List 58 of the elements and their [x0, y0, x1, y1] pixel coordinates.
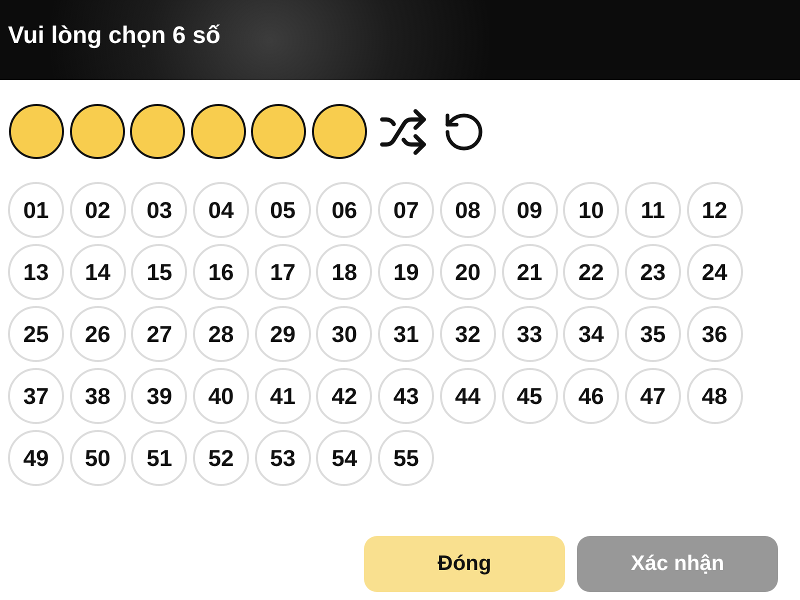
number-ball[interactable]: 09 — [502, 182, 558, 238]
number-ball[interactable]: 55 — [378, 430, 434, 486]
number-ball[interactable]: 23 — [624, 244, 681, 300]
number-ball[interactable]: 34 — [563, 306, 620, 362]
number-ball[interactable]: 42 — [316, 368, 372, 424]
number-ball[interactable]: 03 — [131, 182, 188, 238]
number-ball[interactable]: 05 — [254, 182, 311, 238]
number-ball[interactable]: 46 — [563, 368, 620, 424]
number-ball[interactable]: 35 — [624, 306, 681, 362]
number-ball[interactable]: 47 — [624, 368, 681, 424]
number-ball[interactable]: 54 — [316, 430, 372, 486]
number-ball[interactable]: 44 — [440, 368, 496, 424]
number-ball[interactable]: 24 — [686, 244, 743, 300]
number-ball[interactable]: 38 — [70, 368, 126, 424]
number-ball[interactable]: 25 — [8, 306, 64, 362]
number-ball[interactable]: 36 — [686, 306, 743, 362]
number-ball[interactable]: 22 — [563, 244, 620, 300]
shuffle-icon[interactable] — [378, 106, 428, 156]
number-ball[interactable]: 26 — [70, 306, 126, 362]
number-ball[interactable]: 06 — [316, 182, 372, 238]
number-ball[interactable]: 39 — [131, 368, 188, 424]
number-ball[interactable]: 40 — [193, 368, 250, 424]
number-ball[interactable]: 53 — [254, 430, 311, 486]
header-title: Vui lòng chọn 6 số — [8, 22, 220, 50]
number-ball[interactable]: 20 — [440, 244, 496, 300]
number-ball[interactable]: 08 — [440, 182, 496, 238]
number-ball[interactable]: 07 — [378, 182, 434, 238]
number-ball[interactable]: 21 — [502, 244, 558, 300]
number-ball[interactable]: 48 — [686, 368, 743, 424]
number-ball[interactable]: 15 — [131, 244, 188, 300]
number-ball[interactable]: 01 — [8, 182, 64, 238]
number-ball[interactable]: 28 — [193, 306, 250, 362]
number-ball[interactable]: 11 — [624, 182, 681, 238]
number-ball[interactable]: 51 — [131, 430, 188, 486]
number-ball[interactable]: 13 — [8, 244, 64, 300]
number-ball[interactable]: 17 — [254, 244, 311, 300]
number-ball[interactable]: 10 — [563, 182, 620, 238]
number-ball[interactable]: 31 — [378, 306, 434, 362]
number-ball[interactable]: 04 — [193, 182, 250, 238]
number-ball[interactable]: 43 — [378, 368, 434, 424]
number-ball[interactable]: 37 — [8, 368, 64, 424]
number-ball[interactable]: 14 — [70, 244, 126, 300]
number-ball[interactable]: 41 — [254, 368, 311, 424]
number-ball[interactable]: 30 — [316, 306, 372, 362]
number-ball[interactable]: 12 — [686, 182, 743, 238]
number-ball[interactable]: 45 — [502, 368, 558, 424]
number-ball[interactable]: 50 — [70, 430, 126, 486]
number-ball[interactable]: 32 — [440, 306, 496, 362]
number-ball[interactable]: 02 — [70, 182, 126, 238]
number-ball[interactable]: 16 — [193, 244, 250, 300]
number-ball[interactable]: 27 — [131, 306, 188, 362]
number-ball[interactable]: 33 — [502, 306, 558, 362]
number-ball[interactable]: 52 — [193, 430, 250, 486]
number-ball[interactable]: 49 — [8, 430, 64, 486]
number-ball[interactable]: 29 — [254, 306, 311, 362]
number-ball[interactable]: 18 — [316, 244, 372, 300]
number-ball[interactable]: 19 — [378, 244, 434, 300]
close-button[interactable]: Đóng — [364, 536, 565, 592]
